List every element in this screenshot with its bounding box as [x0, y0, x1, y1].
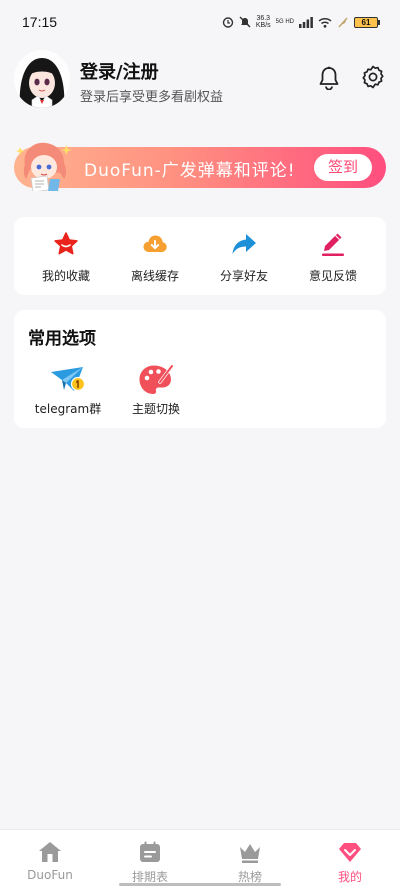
gear-icon[interactable]: [361, 65, 385, 89]
bell-icon[interactable]: [318, 66, 340, 90]
share-friends-button[interactable]: 分享好友: [204, 217, 284, 295]
nav-hot-list[interactable]: 热榜: [200, 830, 300, 889]
telegram-icon: [51, 367, 86, 392]
battery-indicator: 61: [354, 16, 380, 28]
theme-switch-label: 主题切换: [131, 402, 180, 416]
pencil-icon: [322, 233, 344, 256]
quick-actions-card: 我的收藏 离线缓存 分享好友 意见反馈: [14, 217, 386, 295]
offline-cache-label: 离线缓存: [130, 269, 179, 283]
mascot-illustration: [16, 142, 72, 191]
wifi-icon: [318, 17, 332, 28]
signal-icon: [299, 16, 313, 28]
mute-icon: [239, 16, 251, 28]
nav-mine[interactable]: 我的: [300, 830, 400, 889]
feedback-label: 意见反馈: [308, 269, 357, 283]
favorites-label: 我的收藏: [41, 269, 90, 283]
feather-icon: [338, 17, 348, 28]
telegram-group-label: telegram群: [34, 402, 102, 416]
calendar-icon: [140, 841, 160, 862]
status-bar: 17:15 36.3 KB/s 5G HD 61: [0, 0, 400, 44]
home-indicator[interactable]: [119, 883, 281, 886]
palette-icon: [139, 364, 174, 394]
theme-switch-button[interactable]: 主题切换: [116, 364, 196, 420]
share-friends-label: 分享好友: [219, 269, 268, 283]
nav-schedule[interactable]: 排期表: [100, 830, 200, 889]
nav-mine-label: 我的: [337, 870, 362, 884]
favorites-button[interactable]: 我的收藏: [26, 217, 106, 295]
diamond-icon: [339, 843, 361, 862]
avatar[interactable]: [14, 50, 70, 108]
profile-header: 登录/注册 登录后享受更多看剧权益: [14, 50, 386, 110]
nav-home-label: DuoFun: [27, 868, 73, 882]
bottom-nav: DuoFun 排期表 热榜 我的: [0, 829, 400, 889]
offline-cache-button[interactable]: 离线缓存: [115, 217, 195, 295]
checkin-button[interactable]: 签到: [314, 154, 372, 181]
login-register-link[interactable]: 登录/注册: [80, 58, 159, 84]
telegram-group-button[interactable]: telegram群: [28, 364, 108, 420]
home-icon: [39, 842, 61, 862]
status-icons: 36.3 KB/s 5G HD 61: [222, 15, 380, 29]
network-type: 5G HD: [275, 19, 294, 25]
login-benefit-text: 登录后享受更多看剧权益: [80, 90, 224, 105]
share-arrow-icon: [232, 234, 256, 254]
status-time: 17:15: [22, 14, 58, 30]
section-title: 常用选项: [28, 329, 96, 349]
network-speed: 36.3 KB/s: [255, 15, 271, 29]
checkin-banner[interactable]: DuoFun-广发弹幕和评论! 签到: [14, 142, 386, 191]
star-icon: [54, 232, 78, 255]
battery-level: 61: [354, 16, 378, 28]
feedback-button[interactable]: 意见反馈: [293, 217, 373, 295]
alarm-icon: [222, 17, 234, 28]
nav-home[interactable]: DuoFun: [0, 830, 100, 889]
common-options-card: 常用选项 telegram群 主题切换: [14, 310, 386, 428]
crown-icon: [240, 844, 260, 863]
banner-text: DuoFun-广发弹幕和评论!: [84, 161, 296, 181]
cloud-download-icon: [143, 235, 167, 252]
